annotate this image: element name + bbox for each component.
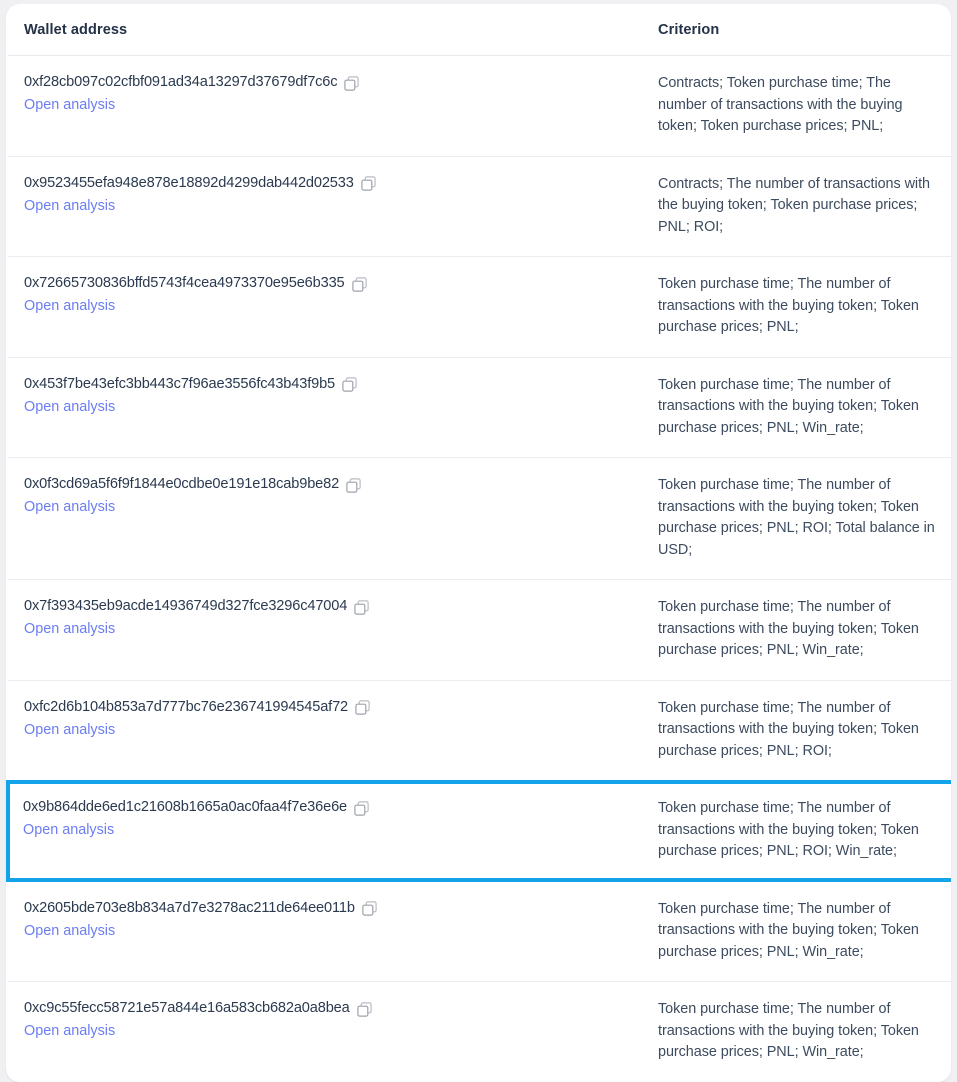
table-header-row: Wallet address Criterion <box>8 4 951 56</box>
criterion-cell: Token purchase time; The number of trans… <box>642 680 951 782</box>
open-analysis-link[interactable]: Open analysis <box>24 721 115 740</box>
criterion-text: Token purchase time; The number of trans… <box>658 599 919 658</box>
table-row: 0xfc2d6b104b853a7d777bc76e236741994545af… <box>8 680 951 782</box>
wallet-address-cell: 0xc9c55fecc58721e57a844e16a583cb682a0a8b… <box>8 981 642 1082</box>
copy-icon[interactable] <box>354 800 369 816</box>
copy-icon[interactable] <box>342 377 357 392</box>
wallet-address-cell: 0xfc2d6b104b853a7d777bc76e236741994545af… <box>8 680 642 782</box>
table-row: 0x0f3cd69a5f6f9f1844e0cdbe0e191e18cab9be… <box>8 457 951 580</box>
wallet-table-card: Wallet address Criterion 0xf28cb097c02cf… <box>6 4 951 1082</box>
wallet-address-cell: 0x2605bde703e8b834a7d7e3278ac211de64ee01… <box>8 879 642 982</box>
criterion-text: Contracts; Token purchase time; The numb… <box>658 75 903 134</box>
table-row: 0x453f7be43efc3bb443c7f96ae3556fc43b43f9… <box>8 357 951 458</box>
wallet-address-line: 0x7f393435eb9acde14936749d327fce3296c470… <box>24 597 626 615</box>
open-analysis-link[interactable]: Open analysis <box>24 197 115 216</box>
table-body: 0xf28cb097c02cfbf091ad34a13297d37679df7c… <box>6 55 951 1082</box>
wallet-address-text: 0x453f7be43efc3bb443c7f96ae3556fc43b43f9… <box>24 375 336 392</box>
wallet-address-line: 0xc9c55fecc58721e57a844e16a583cb682a0a8b… <box>24 999 626 1017</box>
wallet-address-line: 0x9b864dde6ed1c21608b1665a0ac0faa4f7e36e… <box>23 798 626 816</box>
criterion-cell: Token purchase time; The number of trans… <box>642 879 951 982</box>
wallet-address-cell: 0x72665730836bffd5743f4cea4973370e95e6b3… <box>8 256 642 358</box>
wallet-address-text: 0xfc2d6b104b853a7d777bc76e236741994545af… <box>24 698 349 715</box>
criterion-cell: Contracts; Token purchase time; The numb… <box>642 55 951 157</box>
criterion-text: Token purchase time; The number of trans… <box>658 1001 919 1060</box>
copy-icon[interactable] <box>354 599 369 615</box>
criterion-cell: Token purchase time; The number of trans… <box>642 579 951 681</box>
open-analysis-link[interactable]: Open analysis <box>24 498 115 517</box>
copy-icon[interactable] <box>362 901 377 916</box>
wallet-address-text: 0x9b864dde6ed1c21608b1665a0ac0faa4f7e36e… <box>23 799 348 815</box>
table-row: 0xc9c55fecc58721e57a844e16a583cb682a0a8b… <box>8 981 951 1082</box>
wallet-address-line: 0xf28cb097c02cfbf091ad34a13297d37679df7c… <box>24 73 626 91</box>
copy-icon[interactable] <box>344 75 360 91</box>
wallet-address-line: 0x453f7be43efc3bb443c7f96ae3556fc43b43f9… <box>24 375 626 393</box>
wallet-address-text: 0x72665730836bffd5743f4cea4973370e95e6b3… <box>24 275 345 291</box>
wallet-address-text: 0xc9c55fecc58721e57a844e16a583cb682a0a8b… <box>24 1000 350 1016</box>
open-analysis-link[interactable]: Open analysis <box>24 620 115 639</box>
wallet-address-cell: 0x453f7be43efc3bb443c7f96ae3556fc43b43f9… <box>8 357 642 458</box>
wallet-address-cell: 0x0f3cd69a5f6f9f1844e0cdbe0e191e18cab9be… <box>8 457 642 580</box>
wallet-address-cell: 0x9523455efa948e878e18892d4299dab442d025… <box>8 156 642 257</box>
criterion-text: Token purchase time; The number of trans… <box>658 276 919 335</box>
wallet-address-line: 0x9523455efa948e878e18892d4299dab442d025… <box>24 174 626 192</box>
criterion-cell: Contracts; The number of transactions wi… <box>642 156 951 257</box>
criterion-cell: Token purchase time; The number of trans… <box>642 780 951 882</box>
copy-icon[interactable] <box>346 477 361 493</box>
wallet-address-cell: 0xf28cb097c02cfbf091ad34a13297d37679df7c… <box>8 55 642 157</box>
criterion-text: Token purchase time; The number of trans… <box>658 800 919 859</box>
wallet-address-text: 0x0f3cd69a5f6f9f1844e0cdbe0e191e18cab9be… <box>24 476 340 492</box>
wallet-address-line: 0x2605bde703e8b834a7d7e3278ac211de64ee01… <box>24 899 626 917</box>
criterion-text: Contracts; The number of transactions wi… <box>658 175 930 235</box>
criterion-cell: Token purchase time; The number of trans… <box>642 357 951 458</box>
copy-icon[interactable] <box>355 700 370 715</box>
wallet-address-text: 0xf28cb097c02cfbf091ad34a13297d37679df7c… <box>24 74 338 90</box>
open-analysis-link[interactable]: Open analysis <box>24 297 115 316</box>
table-row: 0x72665730836bffd5743f4cea4973370e95e6b3… <box>8 256 951 358</box>
criterion-cell: Token purchase time; The number of trans… <box>642 981 951 1082</box>
table-row: 0xf28cb097c02cfbf091ad34a13297d37679df7c… <box>8 55 951 157</box>
open-analysis-link[interactable]: Open analysis <box>24 96 115 115</box>
wallet-address-line: 0x72665730836bffd5743f4cea4973370e95e6b3… <box>24 274 626 292</box>
table-header: Wallet address Criterion <box>8 4 951 56</box>
criterion-text: Token purchase time; The number of trans… <box>658 900 919 960</box>
copy-icon[interactable] <box>356 1001 372 1017</box>
table-row: 0x7f393435eb9acde14936749d327fce3296c470… <box>8 579 951 681</box>
open-analysis-link[interactable]: Open analysis <box>24 922 115 941</box>
criterion-text: Token purchase time; The number of trans… <box>658 376 919 436</box>
copy-icon[interactable] <box>351 276 367 292</box>
column-header-criterion: Criterion <box>642 4 951 56</box>
criterion-cell: Token purchase time; The number of trans… <box>642 256 951 358</box>
wallet-address-text: 0x2605bde703e8b834a7d7e3278ac211de64ee01… <box>24 899 355 916</box>
wallet-address-cell: 0x7f393435eb9acde14936749d327fce3296c470… <box>8 579 642 681</box>
wallet-address-cell: 0x9b864dde6ed1c21608b1665a0ac0faa4f7e36e… <box>6 780 642 882</box>
open-analysis-link[interactable]: Open analysis <box>24 398 115 417</box>
wallet-address-text: 0x9523455efa948e878e18892d4299dab442d025… <box>24 174 354 191</box>
table-row: 0x2605bde703e8b834a7d7e3278ac211de64ee01… <box>8 879 951 982</box>
wallet-address-line: 0xfc2d6b104b853a7d777bc76e236741994545af… <box>24 698 626 716</box>
open-analysis-link[interactable]: Open analysis <box>24 1022 115 1041</box>
criterion-cell: Token purchase time; The number of trans… <box>642 457 951 580</box>
column-header-wallet-address: Wallet address <box>8 4 642 56</box>
table-row: 0x9523455efa948e878e18892d4299dab442d025… <box>8 156 951 257</box>
wallet-address-line: 0x0f3cd69a5f6f9f1844e0cdbe0e191e18cab9be… <box>24 475 626 493</box>
table-row: 0x9b864dde6ed1c21608b1665a0ac0faa4f7e36e… <box>6 780 951 882</box>
wallet-address-text: 0x7f393435eb9acde14936749d327fce3296c470… <box>24 598 348 614</box>
copy-icon[interactable] <box>361 176 376 191</box>
wallet-table: Wallet address Criterion 0xf28cb097c02cf… <box>6 4 951 1082</box>
criterion-text: Token purchase time; The number of trans… <box>658 699 919 759</box>
open-analysis-link[interactable]: Open analysis <box>23 821 114 840</box>
criterion-text: Token purchase time; The number of trans… <box>658 477 935 558</box>
